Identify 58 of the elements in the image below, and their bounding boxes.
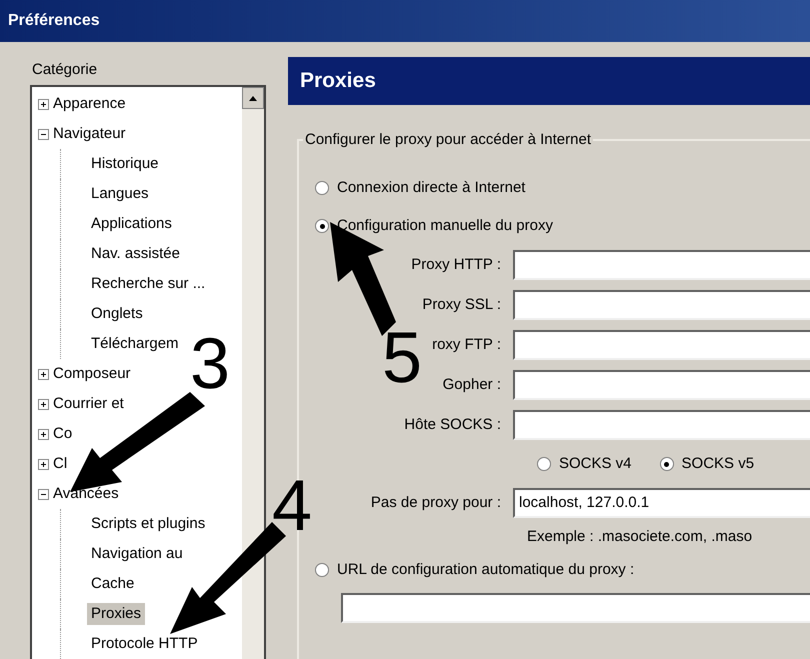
tree-item[interactable]: Téléchargem (87, 332, 183, 356)
radio-button[interactable] (315, 219, 329, 233)
tree-item[interactable]: Onglets (87, 302, 147, 326)
expand-icon[interactable] (38, 458, 49, 470)
tree-item[interactable]: Apparence (53, 92, 126, 116)
panel-title: Proxies (300, 68, 376, 94)
radio-button[interactable] (315, 181, 329, 195)
field-label: Proxy SSL : (421, 294, 502, 315)
expand-icon[interactable] (38, 368, 49, 380)
input-field[interactable] (513, 330, 810, 360)
radio-label[interactable]: SOCKS v5 (682, 452, 754, 476)
category-label: Catégorie (31, 60, 98, 80)
radio-label[interactable]: Connexion directe à Internet (337, 176, 526, 200)
input-field[interactable] (341, 593, 810, 623)
window-title: Préférences (8, 11, 100, 31)
tree-item[interactable]: Proxies (87, 602, 146, 626)
tree-item[interactable]: Cache (87, 572, 138, 596)
collapse-icon[interactable] (38, 128, 49, 140)
tree-item[interactable]: Co (53, 422, 72, 446)
tree-item[interactable]: Langues (87, 182, 153, 206)
up-arrow-icon (249, 96, 257, 100)
tree-item[interactable]: Avancées (53, 482, 119, 506)
radio-button[interactable] (660, 457, 674, 471)
tree-item[interactable]: Courrier et (53, 392, 124, 416)
tree-item[interactable]: Navigateur (53, 122, 126, 146)
scrollbar[interactable] (242, 87, 264, 659)
tree-item[interactable]: Protocole HTTP (87, 632, 202, 656)
scroll-up-button[interactable] (242, 87, 264, 109)
expand-icon[interactable] (38, 428, 49, 440)
tree-item[interactable]: Applications (87, 212, 176, 236)
input-field[interactable] (513, 290, 810, 320)
example-hint: Exemple : .masociete.com, .maso (527, 526, 754, 547)
tree-item[interactable]: Cl (53, 452, 68, 476)
radio-label[interactable]: URL de configuration automatique du proxy : (337, 558, 634, 582)
radio-button[interactable] (315, 563, 329, 577)
input-field[interactable]: localhost, 127.0.0.1 (513, 488, 810, 518)
tree-item[interactable]: Recherche sur ... (87, 272, 210, 296)
field-label: Gopher : (442, 374, 502, 395)
tree-item[interactable]: Navigation au (87, 542, 187, 566)
field-label: roxy FTP : (431, 334, 502, 355)
annotation-number: 5 (382, 322, 422, 394)
expand-icon[interactable] (38, 398, 49, 410)
radio-label[interactable]: SOCKS v4 (559, 452, 632, 476)
field-label: Proxy HTTP : (410, 254, 502, 275)
collapse-icon[interactable] (38, 488, 49, 500)
tree-item[interactable]: Composeur (53, 362, 131, 386)
input-field[interactable] (513, 250, 810, 280)
tree-item[interactable]: Nav. assistée (87, 242, 184, 266)
field-label: Hôte SOCKS : (403, 414, 502, 435)
input-field[interactable] (513, 370, 810, 400)
input-field[interactable] (513, 410, 810, 440)
radio-button[interactable] (537, 457, 551, 471)
tree-item[interactable]: Historique (87, 152, 163, 176)
annotation-number: 3 (190, 328, 230, 400)
expand-icon[interactable] (38, 98, 49, 110)
annotation-number: 4 (272, 470, 312, 542)
field-label: Pas de proxy pour : (370, 492, 502, 513)
tree-item[interactable]: Scripts et plugins (87, 512, 210, 536)
